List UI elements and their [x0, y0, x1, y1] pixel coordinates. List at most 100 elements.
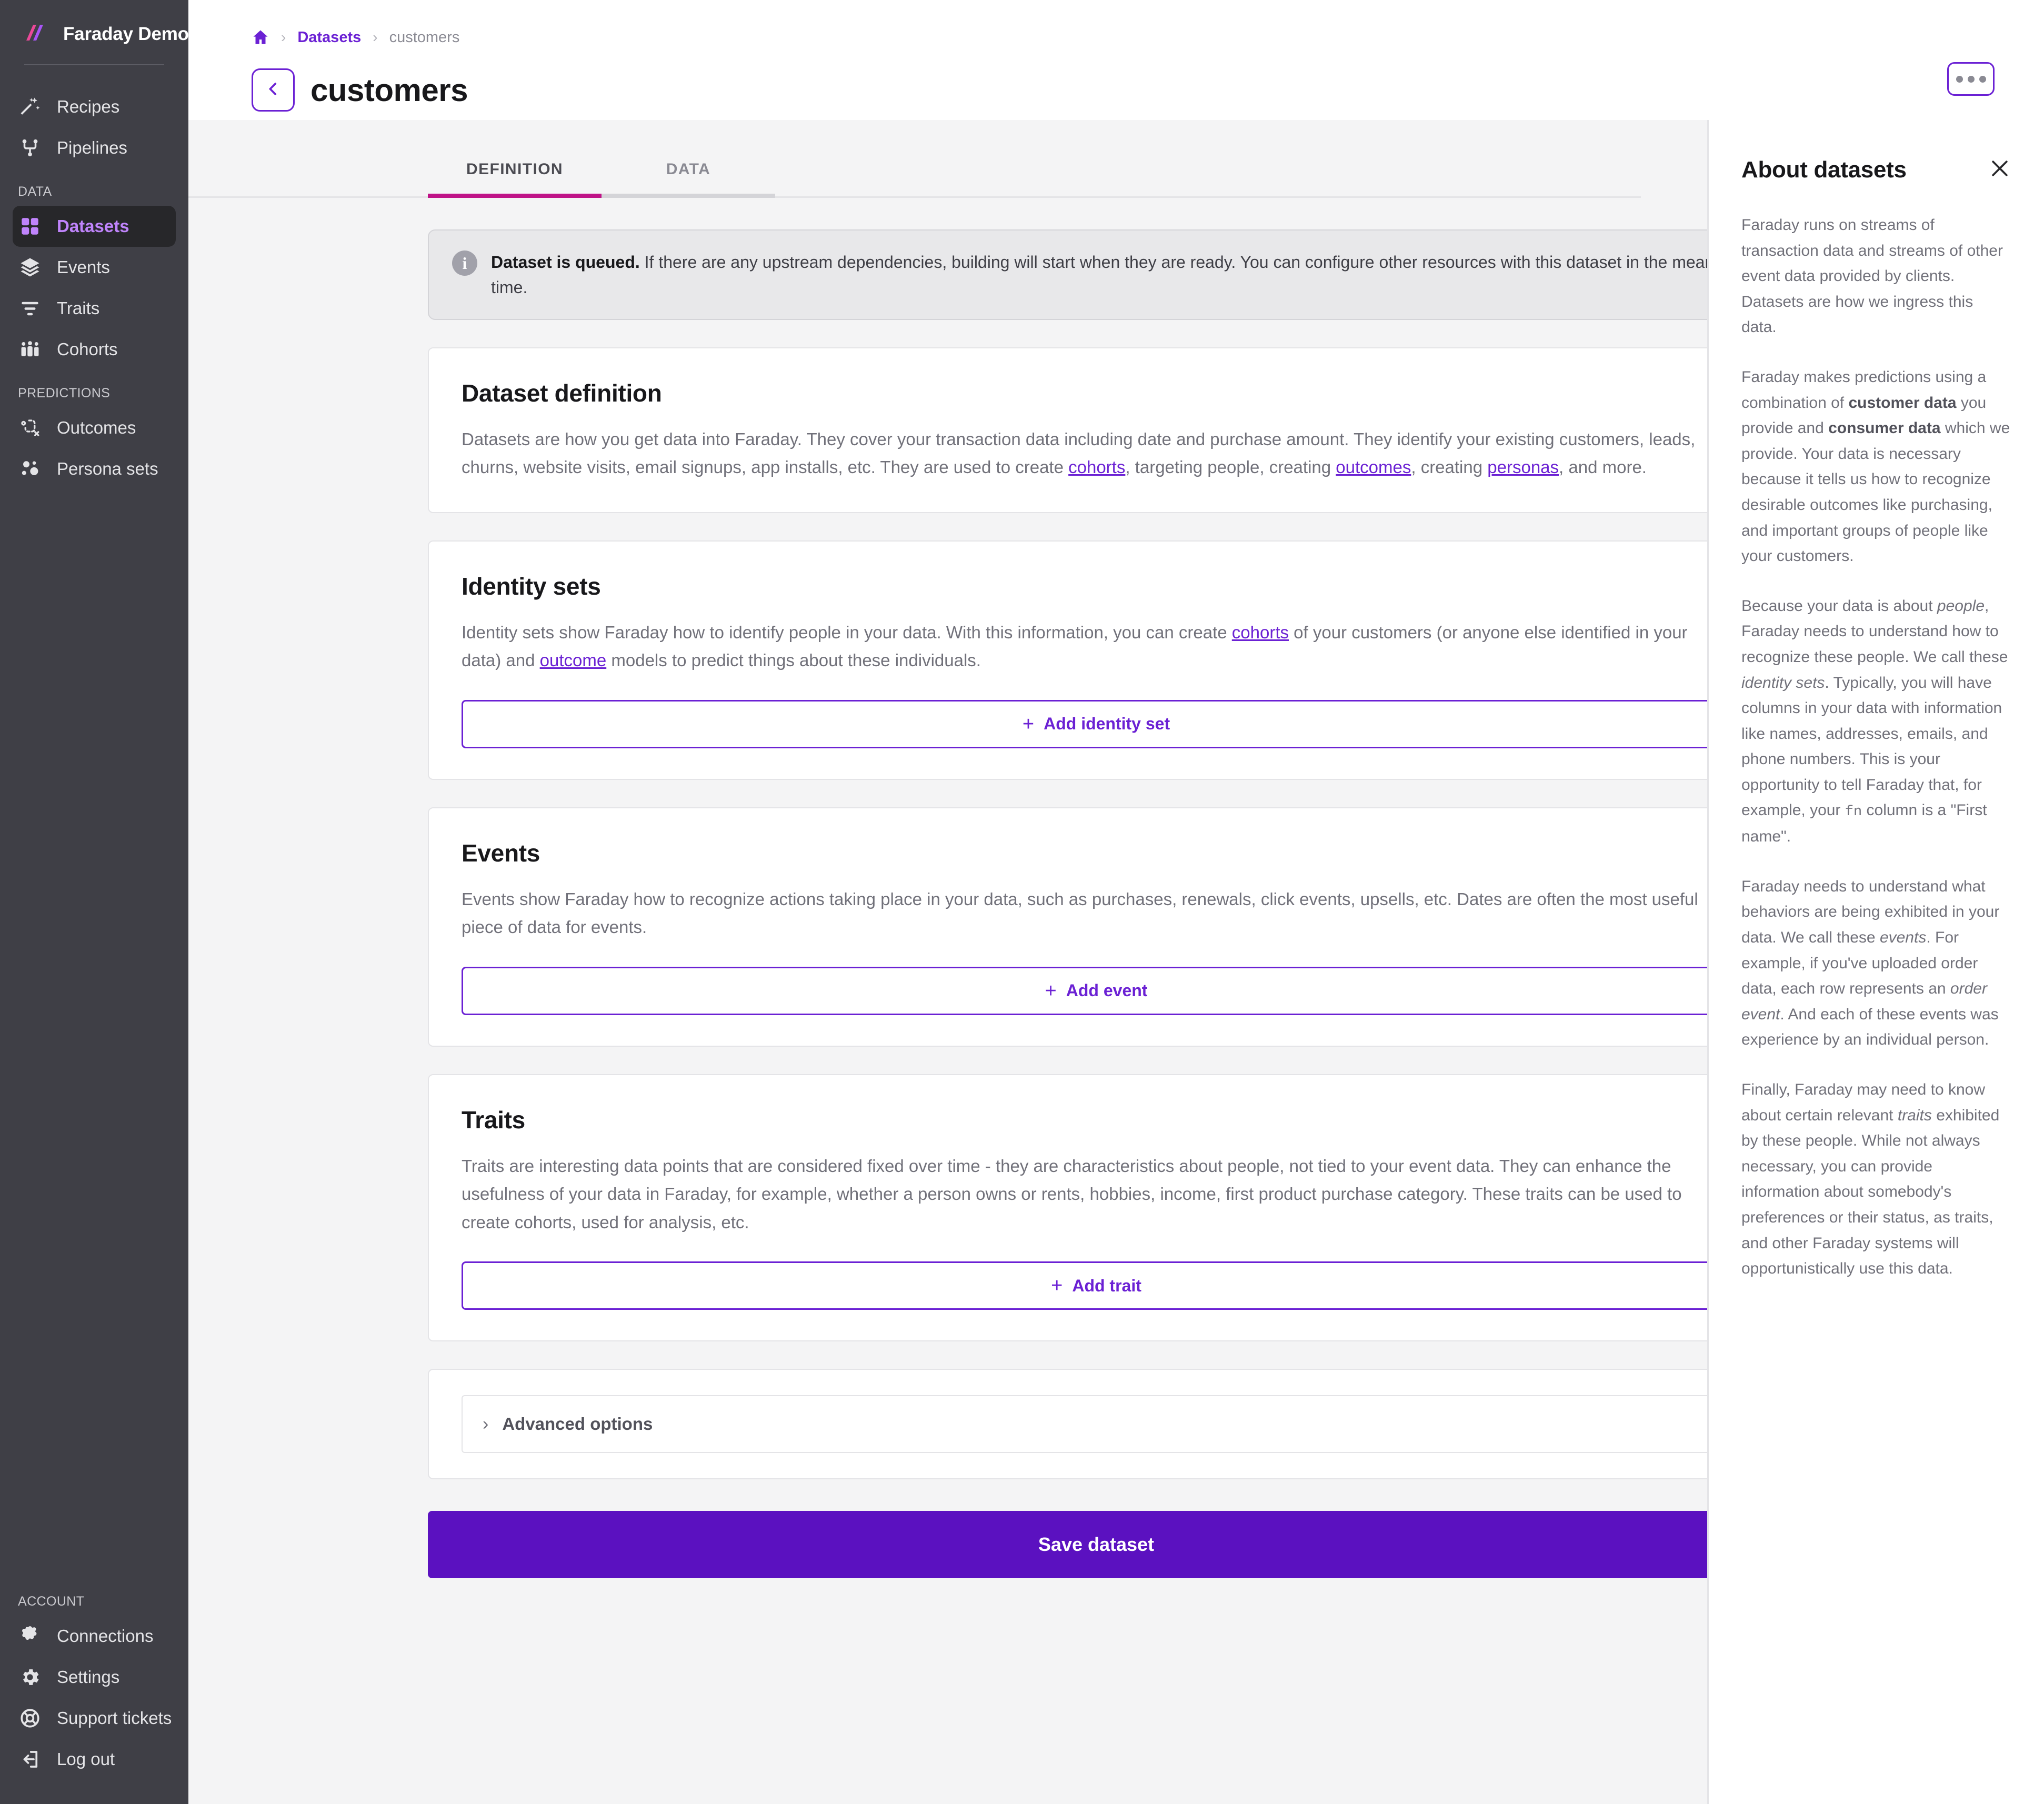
link-outcome[interactable]: outcome [540, 650, 607, 670]
definition-panel-inner: DEFINITION DATA i Dataset is queued. If … [188, 120, 1707, 1579]
advanced-options-toggle[interactable]: › Advanced options [462, 1395, 1707, 1454]
tab-definition[interactable]: DEFINITION [428, 161, 602, 198]
sidebar-item-datasets[interactable]: Datasets [13, 206, 176, 247]
about-paragraph-1: Faraday runs on streams of transaction d… [1741, 216, 2003, 336]
para-text: Because your data is about [1741, 597, 1937, 615]
sidebar-item-label: Support tickets [57, 1708, 172, 1728]
desc-text: Identity sets show Faraday how to identi… [462, 622, 1232, 642]
about-paragraph-5: Finally, Faraday may need to know about … [1741, 1077, 2011, 1282]
sidebar-item-outcomes[interactable]: Outcomes [13, 407, 176, 448]
persona-dots-icon [18, 457, 42, 481]
status-banner-rest: If there are any upstream dependencies, … [491, 253, 1707, 297]
faraday-logo-icon [24, 23, 47, 46]
term-traits: traits [1897, 1106, 1932, 1124]
add-event-button[interactable]: + Add event [462, 966, 1707, 1015]
section-description: Identity sets show Faraday how to identi… [462, 618, 1707, 675]
term-customer-data: customer data [1848, 394, 1957, 412]
sidebar-item-pipelines[interactable]: Pipelines [13, 127, 176, 168]
sidebar-item-label: Pipelines [57, 138, 127, 157]
sidebar-section-predictions: PREDICTIONS [18, 386, 111, 400]
sidebar-item-label: Events [57, 257, 110, 277]
tab-label: DEFINITION [466, 161, 563, 178]
link-personas[interactable]: personas [1487, 457, 1559, 477]
logout-arrow-icon [18, 1747, 42, 1771]
brand[interactable]: Faraday Demo [0, 0, 189, 51]
para-text: exhibited by these people. While not alw… [1741, 1106, 2000, 1278]
pipeline-branch-icon [18, 136, 42, 160]
sidebar-item-cohorts[interactable]: Cohorts [13, 329, 176, 370]
sidebar-item-recipes[interactable]: Recipes [13, 86, 176, 127]
sidebar-item-traits[interactable]: Traits [13, 288, 176, 329]
ellipsis-icon [1956, 75, 1963, 83]
magic-wand-icon [18, 95, 42, 119]
close-button[interactable] [1988, 157, 2011, 180]
breadcrumb-current: customers [389, 28, 460, 46]
link-cohorts[interactable]: cohorts [1068, 457, 1125, 477]
desc-text: , targeting people, creating [1125, 457, 1336, 477]
sidebar-item-label: Datasets [57, 216, 129, 236]
section-heading: Events [462, 839, 540, 867]
topbar: › Datasets › customers customers [188, 0, 2044, 120]
sidebar-account-group: ACCOUNT Connections Settings Support tic… [0, 1578, 188, 1804]
chevron-left-icon [264, 80, 282, 101]
grid-squares-icon [18, 214, 42, 238]
info-icon: i [452, 250, 477, 276]
add-trait-button[interactable]: + Add trait [462, 1261, 1707, 1310]
about-panel-title: About datasets [1741, 157, 1907, 183]
section-description: Traits are interesting data points that … [462, 1156, 1682, 1232]
sidebar-item-label: Outcomes [57, 418, 136, 437]
link-cohorts[interactable]: cohorts [1232, 623, 1289, 642]
status-banner-bold: Dataset is queued. [491, 253, 640, 272]
sidebar-item-label: Traits [57, 298, 100, 318]
sidebar-item-support-tickets[interactable]: Support tickets [13, 1698, 176, 1739]
term-identity-sets: identity sets [1741, 674, 1825, 691]
section-heading: Identity sets [462, 572, 601, 600]
about-panel-header: About datasets [1741, 157, 2011, 183]
sidebar-item-label: Connections [57, 1626, 154, 1646]
plus-icon: + [1051, 1275, 1063, 1297]
tab-data[interactable]: DATA [602, 161, 775, 198]
para-text: Faraday needs to understand what behavio… [1741, 877, 2000, 946]
brand-name: Faraday Demo [63, 24, 189, 44]
main-area: › Datasets › customers customers DEFINIT… [188, 0, 2044, 1804]
add-identity-set-button[interactable]: + Add identity set [462, 699, 1707, 748]
sidebar-item-label: Recipes [57, 97, 120, 116]
tab-label: DATA [666, 161, 711, 178]
save-dataset-button[interactable]: Save dataset [428, 1511, 1707, 1579]
desc-text: , and more. [1559, 457, 1647, 477]
breadcrumb-link-datasets[interactable]: Datasets [297, 29, 361, 46]
sidebar-item-persona-sets[interactable]: Persona sets [13, 448, 176, 489]
outcome-path-icon [18, 416, 42, 440]
card-traits: Traits Traits are interesting data point… [428, 1074, 1707, 1342]
layers-icon [18, 255, 42, 279]
link-outcomes[interactable]: outcomes [1336, 457, 1411, 477]
desc-text: models to predict things about these ind… [606, 650, 981, 670]
plus-icon: + [1045, 979, 1057, 1002]
section-heading: Traits [462, 1106, 525, 1134]
advanced-options-label: Advanced options [502, 1414, 653, 1434]
more-options-button[interactable] [1947, 62, 1995, 96]
chevron-right-icon: › [483, 1414, 489, 1435]
sidebar-item-label: Settings [57, 1667, 120, 1687]
card-advanced-options: › Advanced options [428, 1369, 1707, 1480]
people-group-icon [18, 337, 42, 362]
sidebar-item-log-out[interactable]: Log out [13, 1739, 176, 1780]
section-description: Events show Faraday how to recognize act… [462, 889, 1698, 937]
term-consumer-data: consumer data [1828, 419, 1941, 437]
page-title: customers [310, 72, 468, 108]
definition-content: i Dataset is queued. If there are any up… [188, 198, 1707, 1579]
gear-icon [18, 1665, 42, 1689]
sidebar-item-connections[interactable]: Connections [13, 1616, 176, 1657]
sidebar-item-events[interactable]: Events [13, 247, 176, 288]
lifebuoy-icon [18, 1706, 42, 1730]
back-button[interactable] [252, 68, 295, 112]
definition-panel: DEFINITION DATA i Dataset is queued. If … [188, 120, 1707, 1804]
home-icon[interactable] [252, 28, 269, 46]
ellipsis-icon [1967, 75, 1975, 83]
add-trait-label: Add trait [1072, 1276, 1141, 1295]
desc-text: , creating [1411, 457, 1488, 477]
add-identity-set-label: Add identity set [1044, 714, 1170, 734]
tab-bar: DEFINITION DATA [188, 120, 1641, 198]
sidebar-item-settings[interactable]: Settings [13, 1657, 176, 1698]
